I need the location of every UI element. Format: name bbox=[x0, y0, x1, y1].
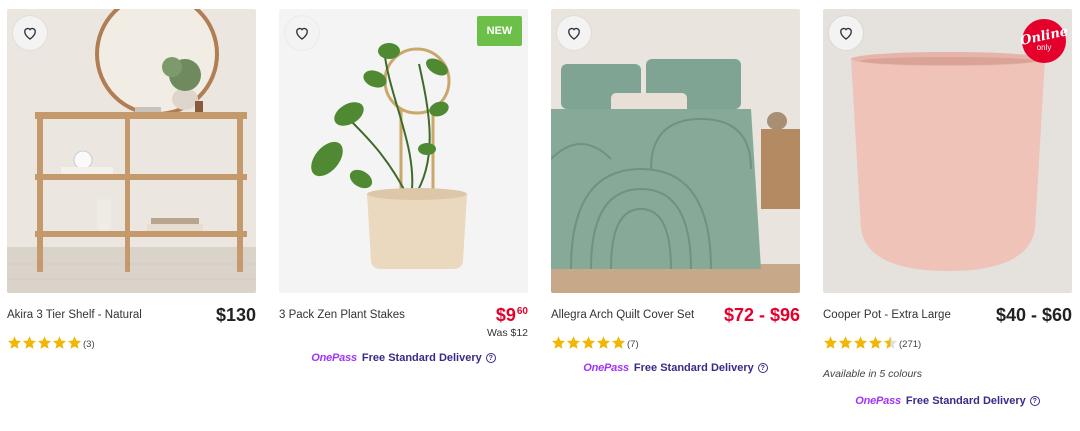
star-rating bbox=[551, 335, 626, 350]
product-card-zen-plant-stakes[interactable]: NEW 3 Pack Zen Plant Stakes $960 Was $12… bbox=[279, 9, 528, 364]
delivery-text: Free Standard Delivery bbox=[633, 362, 754, 374]
product-image-cooper-pot[interactable]: Online only bbox=[823, 9, 1072, 293]
star-icon bbox=[596, 336, 611, 349]
wishlist-button[interactable] bbox=[829, 16, 863, 50]
rating-count: (3) bbox=[83, 338, 95, 350]
star-icon bbox=[868, 336, 883, 349]
onepass-logo: OnePass bbox=[583, 362, 629, 374]
price-cents: 60 bbox=[516, 306, 528, 317]
wishlist-button[interactable] bbox=[557, 16, 591, 50]
product-rating: (271) bbox=[823, 335, 921, 350]
product-price: $960 bbox=[496, 305, 528, 326]
question-circle-icon[interactable]: ? bbox=[757, 363, 768, 373]
product-image-allegra-quilt[interactable] bbox=[551, 9, 800, 293]
onepass-logo: OnePass bbox=[311, 352, 357, 364]
star-icon bbox=[52, 336, 67, 349]
product-price: $130 bbox=[215, 305, 256, 325]
product-image-akira-shelf[interactable] bbox=[7, 9, 256, 293]
star-icon bbox=[611, 336, 626, 349]
was-price: Was $12 bbox=[486, 327, 528, 339]
delivery-info: OnePass Free Standard Delivery ? bbox=[551, 362, 800, 374]
product-price: $72 - $96 bbox=[723, 305, 800, 325]
product-price: $40 - $60 bbox=[995, 305, 1072, 325]
delivery-text: Free Standard Delivery bbox=[905, 395, 1026, 407]
star-icon bbox=[67, 336, 82, 349]
heart-icon bbox=[296, 27, 308, 40]
star-icon bbox=[7, 336, 22, 349]
star-rating bbox=[823, 335, 898, 350]
product-card-akira-shelf[interactable]: Akira 3 Tier Shelf - Natural $130 (3) bbox=[7, 9, 256, 350]
wishlist-button[interactable] bbox=[13, 16, 47, 50]
star-half-icon bbox=[883, 336, 898, 349]
product-name[interactable]: Cooper Pot - Extra Large bbox=[823, 309, 951, 321]
product-image-zen-plant-stakes[interactable]: NEW bbox=[279, 9, 528, 293]
onepass-logo: OnePass bbox=[855, 395, 901, 407]
product-card-cooper-pot[interactable]: Online only Cooper Pot - Extra Large $40… bbox=[823, 9, 1072, 407]
new-badge: NEW bbox=[477, 16, 522, 46]
product-rating: (3) bbox=[7, 335, 95, 350]
delivery-text: Free Standard Delivery bbox=[361, 352, 482, 364]
question-circle-icon[interactable]: ? bbox=[485, 353, 496, 363]
star-icon bbox=[853, 336, 868, 349]
wishlist-button[interactable] bbox=[285, 16, 319, 50]
heart-icon bbox=[24, 27, 36, 40]
product-name[interactable]: Akira 3 Tier Shelf - Natural bbox=[7, 309, 142, 321]
star-icon bbox=[838, 336, 853, 349]
star-icon bbox=[823, 336, 838, 349]
product-name[interactable]: 3 Pack Zen Plant Stakes bbox=[279, 309, 405, 321]
rating-count: (7) bbox=[627, 338, 639, 350]
product-name[interactable]: Allegra Arch Quilt Cover Set bbox=[551, 309, 694, 321]
colour-options-text[interactable]: Available in 5 colours bbox=[823, 368, 922, 380]
star-rating bbox=[7, 335, 82, 350]
delivery-info: OnePass Free Standard Delivery ? bbox=[279, 352, 528, 364]
star-icon bbox=[581, 336, 596, 349]
delivery-info: OnePass Free Standard Delivery ? bbox=[823, 395, 1072, 407]
rating-count: (271) bbox=[899, 338, 922, 350]
star-icon bbox=[551, 336, 566, 349]
heart-icon bbox=[840, 27, 852, 40]
online-only-badge: Online only bbox=[1019, 19, 1069, 63]
product-card-allegra-quilt[interactable]: Allegra Arch Quilt Cover Set $72 - $96 (… bbox=[551, 9, 800, 374]
star-icon bbox=[37, 336, 52, 349]
star-icon bbox=[22, 336, 37, 349]
question-circle-icon[interactable]: ? bbox=[1029, 396, 1040, 406]
star-icon bbox=[566, 336, 581, 349]
product-rating: (7) bbox=[551, 335, 639, 350]
heart-icon bbox=[568, 27, 580, 40]
price-dollars: $9 bbox=[495, 305, 516, 325]
